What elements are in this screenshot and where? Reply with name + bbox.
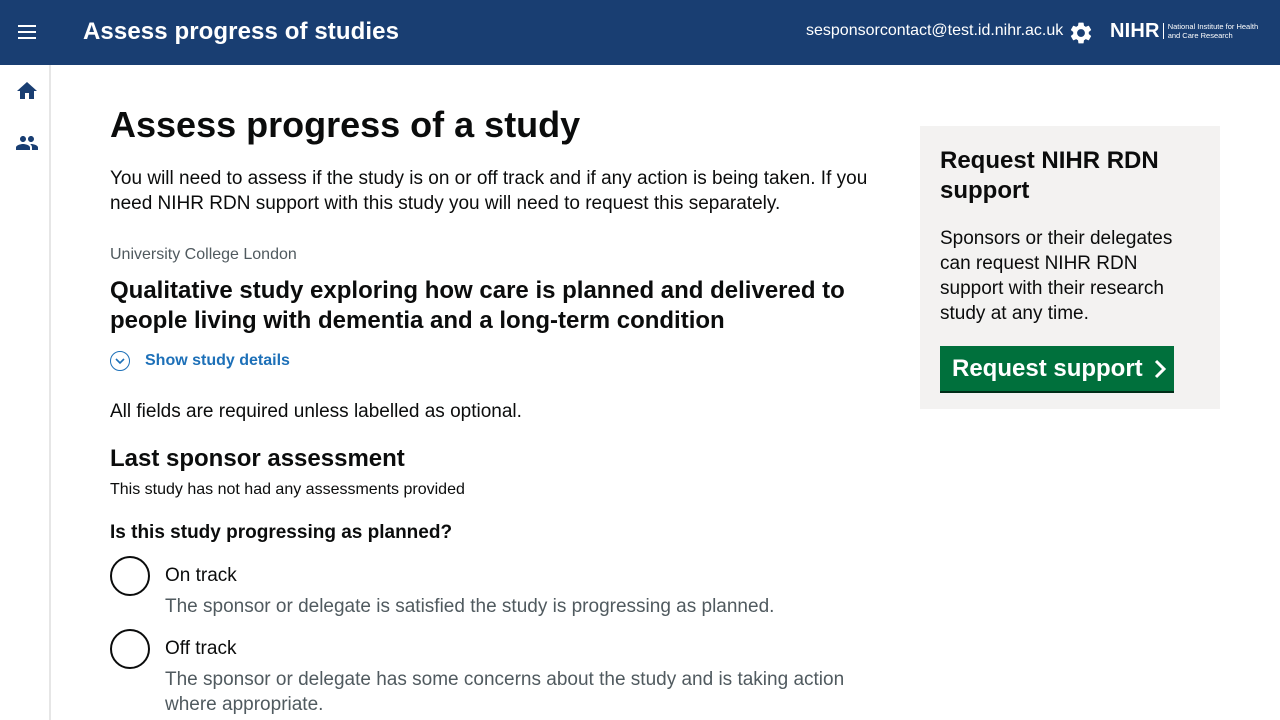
people-icon [16, 136, 38, 150]
show-study-details-label: Show study details [145, 352, 290, 369]
chevron-down-icon [110, 351, 130, 371]
user-email: sesponsorcontact@test.id.nihr.ac.uk [806, 22, 1064, 39]
logo-mark: NIHR [1110, 19, 1160, 42]
sidebar-item-users[interactable] [15, 131, 39, 155]
off-track-radio[interactable] [110, 629, 150, 669]
on-track-hint: The sponsor or delegate is satisfied the… [165, 596, 775, 617]
request-support-button[interactable]: Request support [940, 346, 1174, 391]
logo-text: National Institute for Health and Care R… [1167, 22, 1259, 40]
menu-icon [14, 24, 40, 39]
aside-title: Request NIHR RDN support [940, 147, 1159, 204]
intro-text: You will need to assess if the study is … [110, 168, 868, 214]
last-assessment-heading: Last sponsor assessment [110, 445, 405, 472]
show-study-details-toggle[interactable]: Show study details [110, 351, 290, 371]
off-track-hint: The sponsor or delegate has some concern… [165, 669, 845, 715]
progress-question: Is this study progressing as planned? [110, 522, 453, 543]
organisation-name: University College London [110, 246, 297, 263]
menu-button[interactable] [14, 21, 40, 43]
gear-icon [1070, 22, 1092, 44]
app-title: Assess progress of studies [83, 18, 400, 45]
on-track-label[interactable]: On track [165, 565, 237, 587]
logo-divider [1162, 23, 1164, 39]
aside-body: Sponsors or their delegates can request … [940, 228, 1173, 324]
request-support-label: Request support [952, 354, 1143, 382]
off-track-label[interactable]: Off track [165, 638, 236, 660]
top-header: Assess progress of studies sesponsorcont… [0, 0, 1280, 65]
on-track-radio[interactable] [110, 556, 150, 596]
sidebar-item-home[interactable] [15, 79, 39, 103]
last-assessment-text: This study has not had any assessments p… [110, 481, 465, 498]
chevron-right-icon [1154, 359, 1166, 378]
page-title: Assess progress of a study [110, 104, 581, 145]
study-title: Qualitative study exploring how care is … [110, 277, 845, 334]
nihr-logo: NIHR National Institute for Health and C… [1110, 18, 1268, 44]
side-nav [0, 65, 51, 720]
required-fields-note: All fields are required unless labelled … [110, 401, 522, 422]
home-icon [17, 82, 37, 99]
settings-button[interactable] [1068, 20, 1094, 46]
request-support-panel: Request NIHR RDN support Sponsors or the… [920, 126, 1220, 409]
